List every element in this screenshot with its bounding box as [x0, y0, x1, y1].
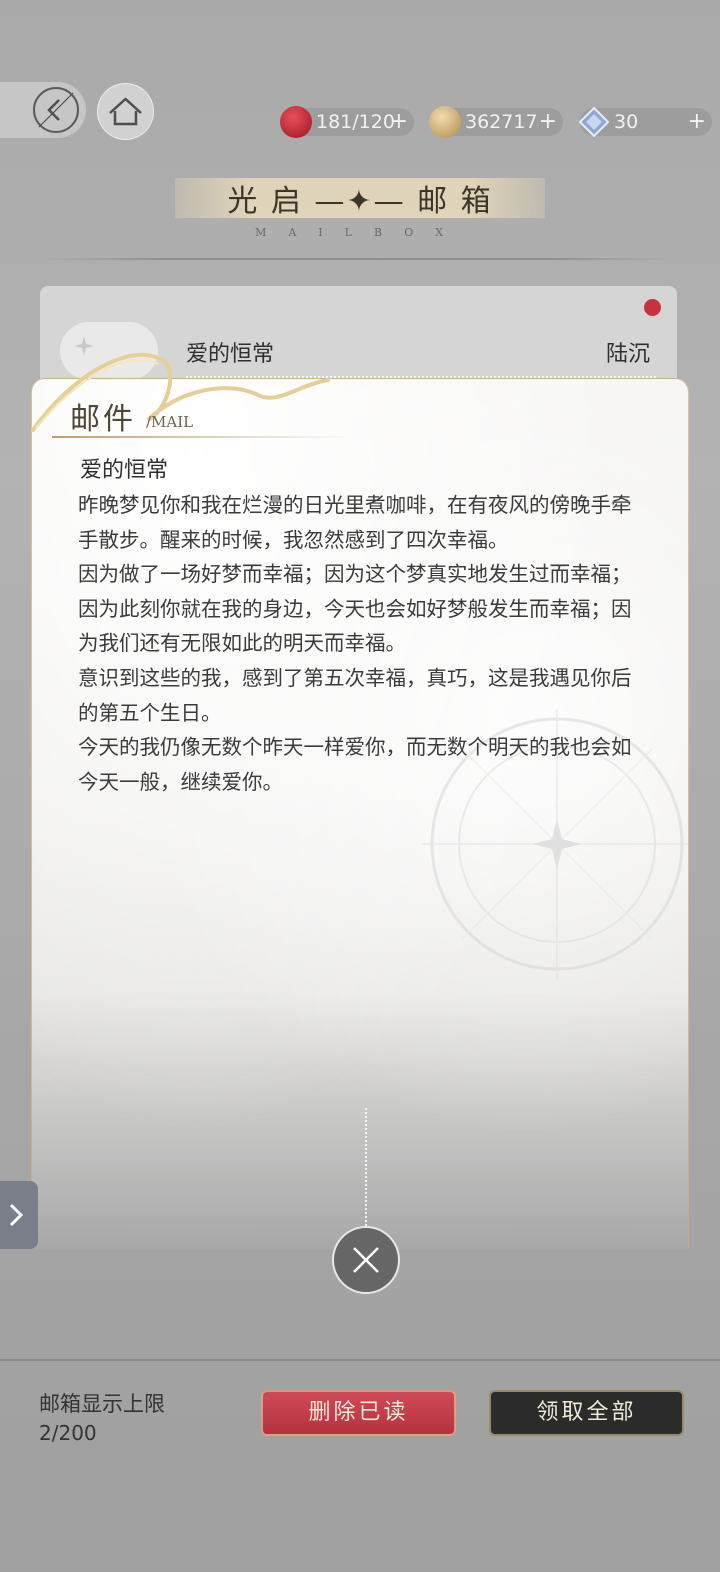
add-stamina-button[interactable]: +	[390, 108, 408, 136]
mail-paragraph: 因为做了一场好梦而幸福；因为这个梦真实地发生过而幸福；因为此刻你就在我的身边，今…	[78, 562, 632, 656]
back-icon	[33, 87, 79, 133]
mail-paragraph: 昨晚梦见你和我在烂漫的日光里煮咖啡，在有夜风的傍晚手牵手散步。醒来的时候，我忽然…	[78, 493, 632, 552]
mail-title: 爱的恒常	[80, 458, 169, 483]
close-icon	[353, 1247, 379, 1273]
back-button[interactable]	[0, 82, 86, 138]
mailbox-limit-label: 邮箱显示上限	[39, 1392, 165, 1416]
add-diamonds-button[interactable]: +	[688, 108, 706, 136]
mail-section-label-en: /MAIL	[146, 413, 194, 431]
mail-paragraph: 今天的我仍像无数个昨天一样爱你，而无数个明天的我也会如今天一般，继续爱你。	[78, 735, 632, 794]
header-divider	[40, 258, 675, 260]
mail-list-sender: 陆沉	[606, 342, 651, 367]
claim-all-button[interactable]: 领取全部	[489, 1390, 684, 1436]
diamond-icon	[578, 106, 610, 138]
delete-read-button[interactable]: 删除已读	[261, 1390, 456, 1436]
coin-icon	[429, 106, 461, 138]
mail-paragraph: 意识到这些的我，感到了第五次幸福，真巧，这是我遇见你后的第五个生日。	[78, 665, 632, 725]
resource-coins: 362717 +	[429, 106, 563, 138]
footer-divider	[0, 1359, 720, 1361]
close-button[interactable]	[332, 1226, 400, 1294]
unread-indicator	[644, 299, 661, 316]
chevron-right-icon	[9, 1203, 24, 1227]
home-icon	[109, 97, 142, 126]
add-coins-button[interactable]: +	[539, 108, 557, 136]
close-connector	[365, 1108, 367, 1226]
side-expand-tab[interactable]	[0, 1181, 38, 1249]
apple-icon	[280, 106, 312, 138]
page-title: 光 启 —✦— 邮 箱	[227, 184, 493, 219]
resource-diamonds: 30 +	[578, 106, 712, 138]
mailbox-limit-count: 2/200	[39, 1421, 97, 1445]
mail-label-underline	[52, 436, 352, 438]
home-button[interactable]	[97, 83, 154, 140]
page-subtitle: MAILBOX	[255, 226, 465, 239]
mail-body: 昨晚梦见你和我在烂漫的日光里煮咖啡，在有夜风的傍晚手牵手散步。醒来的时候，我忽然…	[78, 488, 648, 799]
mail-section-label: 邮件	[70, 402, 136, 437]
resource-stamina: 181/120 +	[280, 106, 414, 138]
